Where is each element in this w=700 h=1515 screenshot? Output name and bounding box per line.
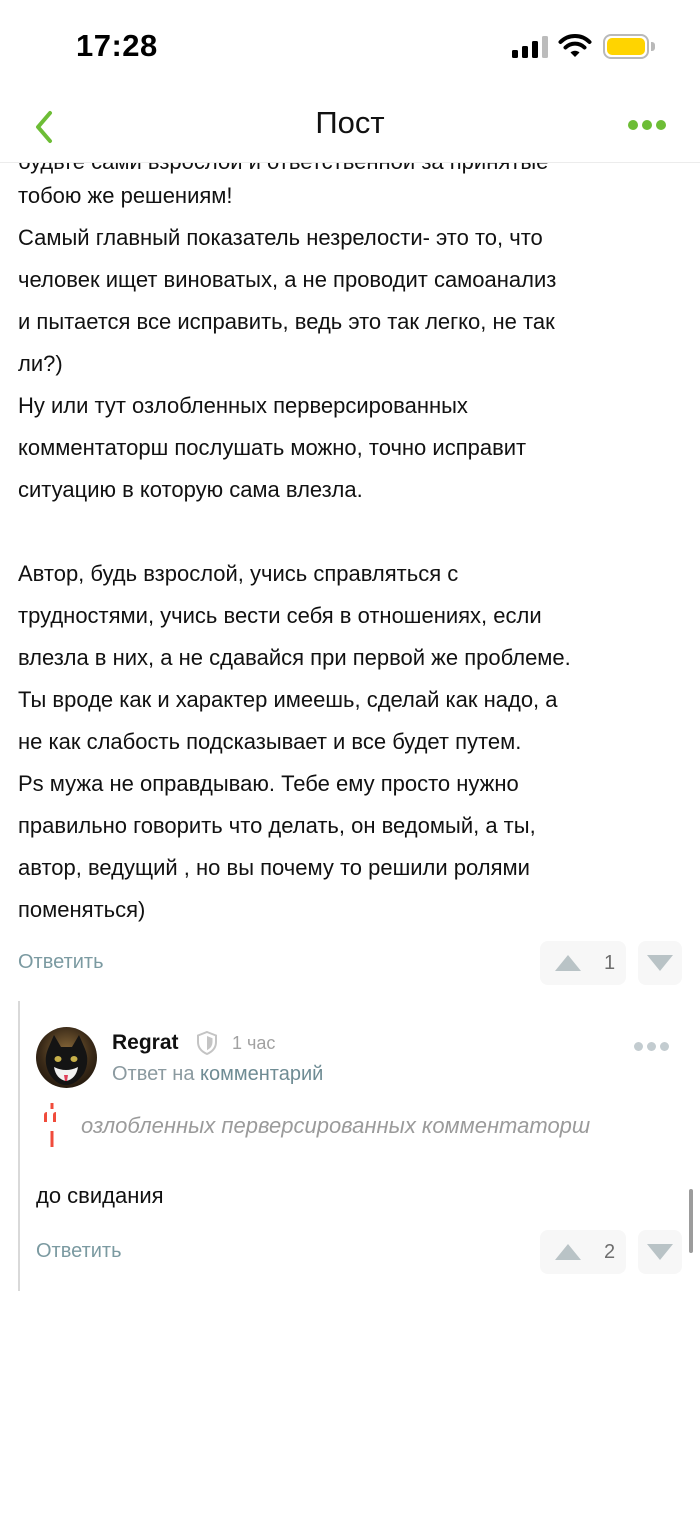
- post-text-line: влезла в них, а не сдавайся при первой ж…: [18, 645, 571, 670]
- post-text-line: человек ищет виноватых, а не проводит са…: [18, 267, 557, 292]
- comment-upvote-button[interactable]: 2: [540, 1230, 626, 1274]
- post-text-line: Ну или тут озлобленных перверсированных: [18, 393, 468, 418]
- post-content: будьте сами взрослой и ответственной за …: [0, 163, 700, 1363]
- post-text-line: автор, ведущий , но вы почему то решили …: [18, 855, 530, 880]
- post-text-line: ли?): [18, 351, 63, 376]
- post-text-line: Автор, будь взрослой, учись справляться …: [18, 561, 459, 586]
- post-reply-button[interactable]: Ответить: [18, 951, 104, 974]
- comment-more-dots-icon[interactable]: [634, 1038, 676, 1052]
- comment-reply-button[interactable]: Ответить: [36, 1240, 122, 1263]
- scrollbar[interactable]: [689, 1189, 693, 1253]
- post-text-line: ситуацию в которую сама влезла.: [18, 477, 363, 502]
- post-text-line: Самый главный показатель незрелости- это…: [18, 225, 543, 250]
- comment-body: до свидания: [36, 1183, 164, 1208]
- post-text-line: тобою же решениям!: [18, 183, 233, 208]
- comment-time: 1 час: [232, 1033, 276, 1053]
- post-text-line: и пытается все исправить, ведь это так л…: [18, 309, 555, 334]
- comment-vote-controls: 2: [540, 1230, 682, 1274]
- thread-line: [18, 1001, 20, 1291]
- reply-to-prefix: Ответ на: [112, 1063, 195, 1085]
- signal-icon: [512, 36, 548, 58]
- downvote-icon: [647, 955, 673, 971]
- post-text-line: Ты вроде как и характер имеешь, сделай к…: [18, 687, 558, 712]
- comment-reply-to: Ответ на комментарий: [112, 1063, 323, 1086]
- nav-bar: Пост: [0, 95, 700, 163]
- post-text-line: комментаторш послушать можно, точно испр…: [18, 435, 527, 460]
- comment-downvote-button[interactable]: [638, 1230, 682, 1274]
- page-title: Пост: [315, 105, 385, 140]
- upvote-icon: [555, 955, 581, 971]
- post-vote-controls: 1: [540, 941, 682, 985]
- post-downvote-button[interactable]: [638, 941, 682, 985]
- post-rating: 1: [604, 951, 616, 974]
- comment-quote: озлобленных перверсированных комментатор…: [81, 1113, 591, 1138]
- post-upvote-button[interactable]: 1: [540, 941, 626, 985]
- reply-to-link[interactable]: комментарий: [200, 1063, 323, 1085]
- post-text-line: не как слабость подсказывает и все будет…: [18, 729, 522, 754]
- downvote-icon: [647, 1244, 673, 1260]
- paragraph-break: [18, 511, 688, 553]
- more-dots-icon[interactable]: [628, 117, 672, 137]
- avatar[interactable]: [36, 1027, 97, 1088]
- status-time: 17:28: [76, 28, 158, 63]
- comment-author[interactable]: Regrat: [112, 1031, 179, 1055]
- status-bar: 17:28: [0, 0, 700, 95]
- upvote-icon: [555, 1244, 581, 1260]
- battery-icon: [603, 34, 655, 59]
- post-text-line: трудностями, учись вести себя в отношени…: [18, 603, 542, 628]
- quote-icon: [44, 1103, 56, 1147]
- comment-rating: 2: [604, 1240, 616, 1263]
- post-text-line: правильно говорить что делать, он ведомы…: [18, 813, 536, 838]
- post-text-line: поменяться): [18, 897, 146, 922]
- post-text: тобою же решениям! Самый главный показат…: [18, 175, 688, 931]
- wifi-icon: [558, 34, 592, 57]
- shield-icon: [197, 1031, 217, 1055]
- post-text-line: Ps мужа не оправдываю. Тебе ему просто н…: [18, 771, 519, 796]
